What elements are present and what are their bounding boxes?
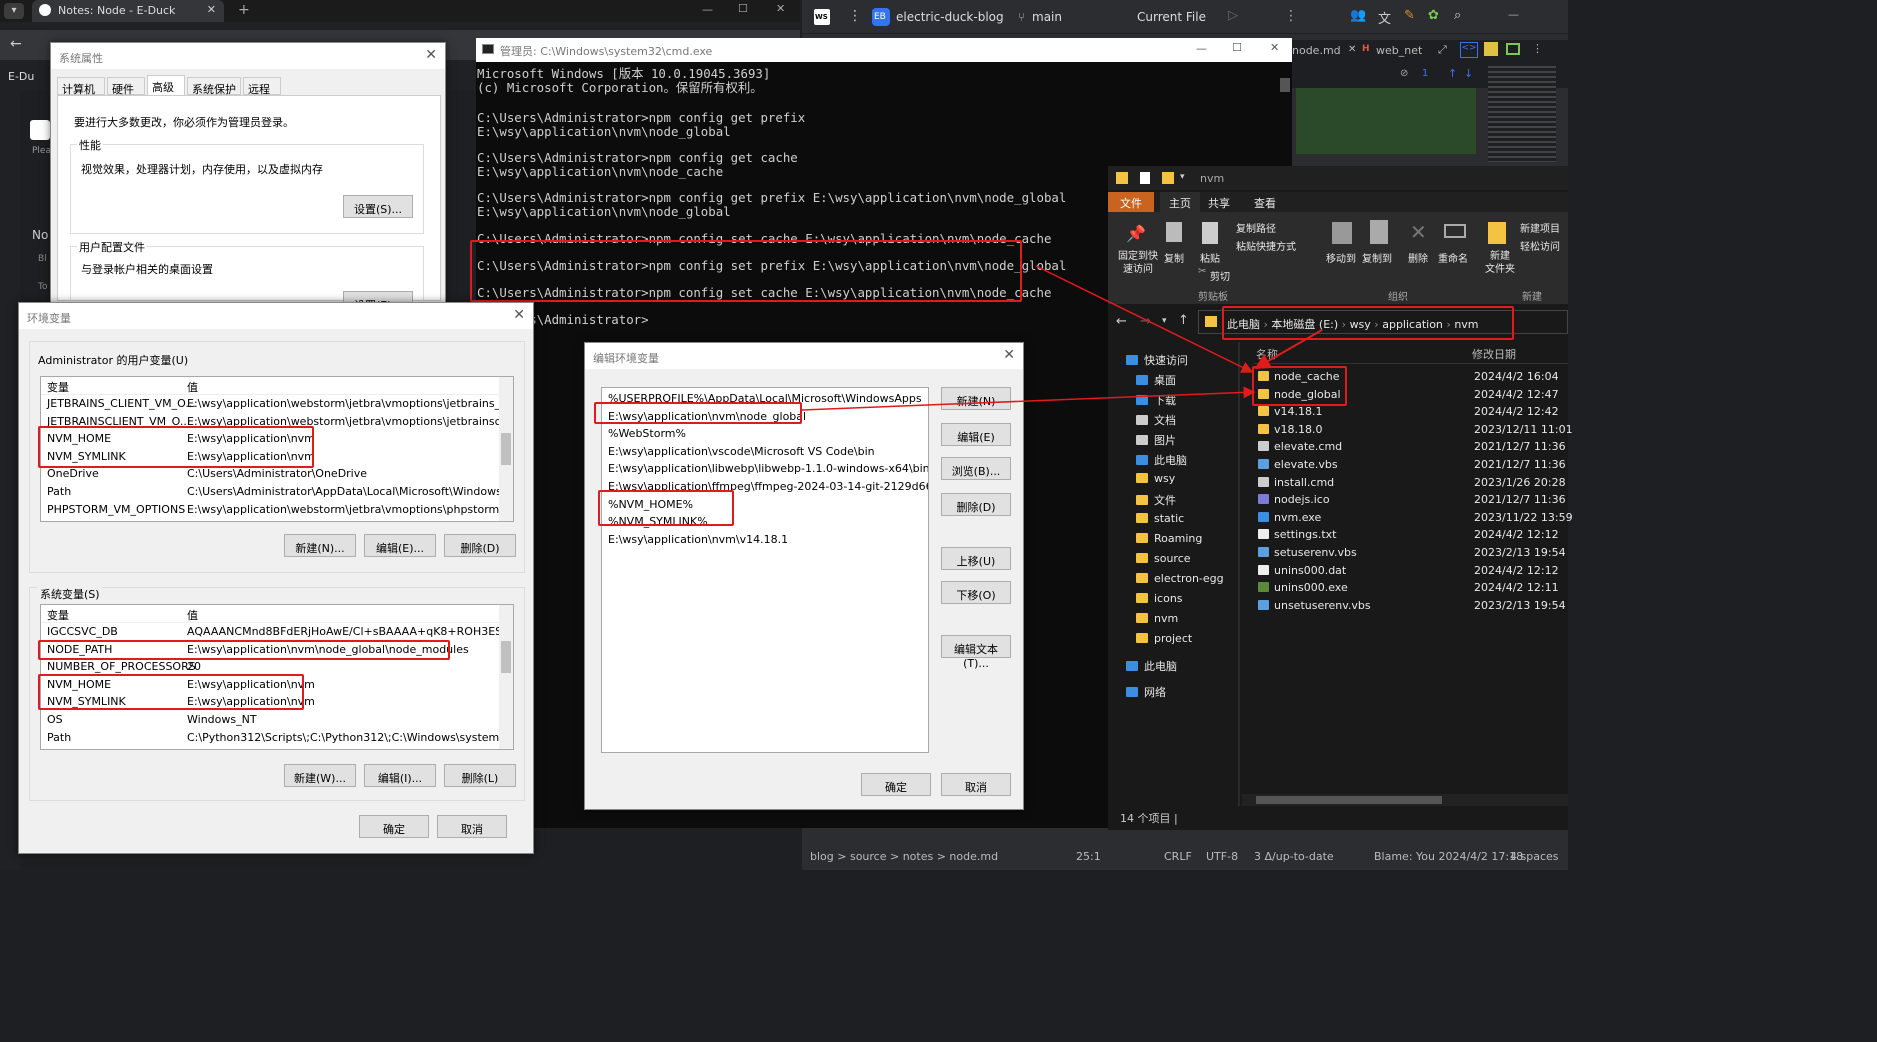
arrow-address-to-folders [1254,329,1323,369]
arrow-cmd-to-folders [1035,265,1254,373]
arrow-path-to-folder [801,386,1256,411]
annotation-arrows [801,265,1323,411]
